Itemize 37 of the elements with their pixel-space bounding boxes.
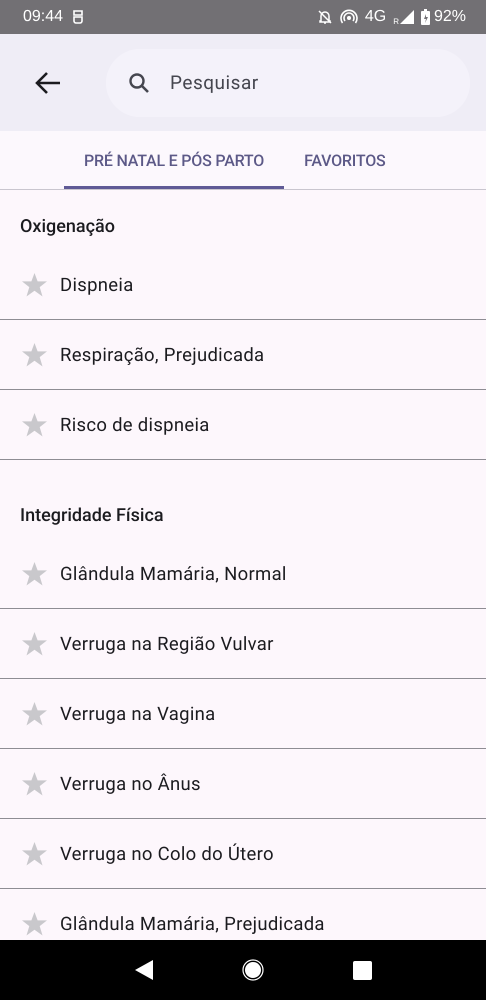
list-item-label[interactable]: Verruga no Colo do Útero [60,842,274,864]
star-icon[interactable] [22,272,47,296]
nav-home-button[interactable] [242,959,264,981]
list-item-label[interactable]: Respiração, Prejudicada [60,344,264,366]
search-field[interactable]: Pesquisar [168,70,412,95]
clock: 09:44 [23,9,64,25]
star-icon[interactable] [22,912,47,936]
section-header: Integridade Física [19,504,165,528]
list-item-label[interactable]: Risco de dispneia [60,414,210,436]
back-button[interactable] [34,70,62,94]
star-icon[interactable] [22,412,47,436]
back-arrow-icon [34,70,62,94]
notification-icon [72,9,84,25]
list-item-label[interactable]: Glândula Mamária, Normal [60,562,287,584]
hotspot-icon [340,9,358,25]
signal-icon [400,10,414,24]
search-icon [128,72,150,94]
nav-recents-button[interactable] [352,960,372,980]
star-icon[interactable] [22,702,47,726]
battery-level: 92% [434,9,466,25]
tab[interactable]: FAVORITOS [284,131,406,189]
roaming-indicator: R [393,18,399,26]
star-icon[interactable] [22,842,47,866]
star-icon[interactable] [22,772,47,796]
list-item-label[interactable]: Verruga no Ânus [60,772,201,794]
star-icon[interactable] [22,562,47,586]
list-item-label[interactable]: Dispneia [60,274,134,296]
star-icon[interactable] [22,632,47,656]
network-type: 4G [364,9,386,25]
muted-bell-icon [316,9,333,25]
section-header: Oxigenação [19,214,116,238]
nav-back-button[interactable] [134,960,152,980]
list-item-label[interactable]: Verruga na Vagina [60,702,216,724]
star-icon[interactable] [22,342,47,366]
battery-icon [420,9,430,25]
list-item-label[interactable]: Verruga na Região Vulvar [60,632,274,654]
list-item-label[interactable]: Glândula Mamária, Prejudicada [60,912,325,934]
